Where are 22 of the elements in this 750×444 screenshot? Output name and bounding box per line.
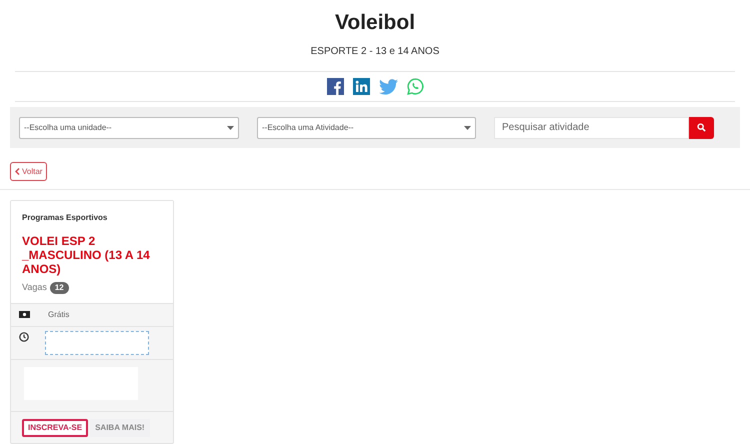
facebook-icon[interactable] <box>326 78 344 95</box>
page-title: Voleibol <box>334 10 416 36</box>
price-text: Grátis <box>48 308 70 320</box>
clock-icon <box>19 332 29 342</box>
enroll-button[interactable]: INSCREVA-SE <box>22 418 88 436</box>
more-info-button[interactable]: SAIBA MAIS! <box>90 418 150 436</box>
card-category: Programas Esportivos <box>22 212 108 224</box>
card-title: VOLEI ESP 2 _MASCULINO (13 A 14 ANOS) <box>22 234 151 276</box>
caret-icon <box>227 126 234 130</box>
unit-select[interactable]: --Escolha uma unidade-- <box>19 116 239 138</box>
search-field[interactable]: Pesquisar atividade <box>494 116 689 138</box>
back-button[interactable]: Voltar <box>10 162 48 181</box>
vacancies-badge: 12 <box>50 282 69 294</box>
linkedin-icon[interactable] <box>352 78 370 95</box>
search-icon <box>697 123 706 132</box>
activity-select[interactable]: --Escolha uma Atividade-- <box>257 116 476 138</box>
caret-icon <box>464 126 471 130</box>
search-button[interactable] <box>689 116 714 138</box>
page-subtitle: ESPORTE 2 - 13 e 14 ANOS <box>310 45 440 59</box>
vacancies-label: Vagas <box>22 281 47 294</box>
chevron-left-icon <box>15 168 20 175</box>
banknote-icon <box>19 311 30 318</box>
